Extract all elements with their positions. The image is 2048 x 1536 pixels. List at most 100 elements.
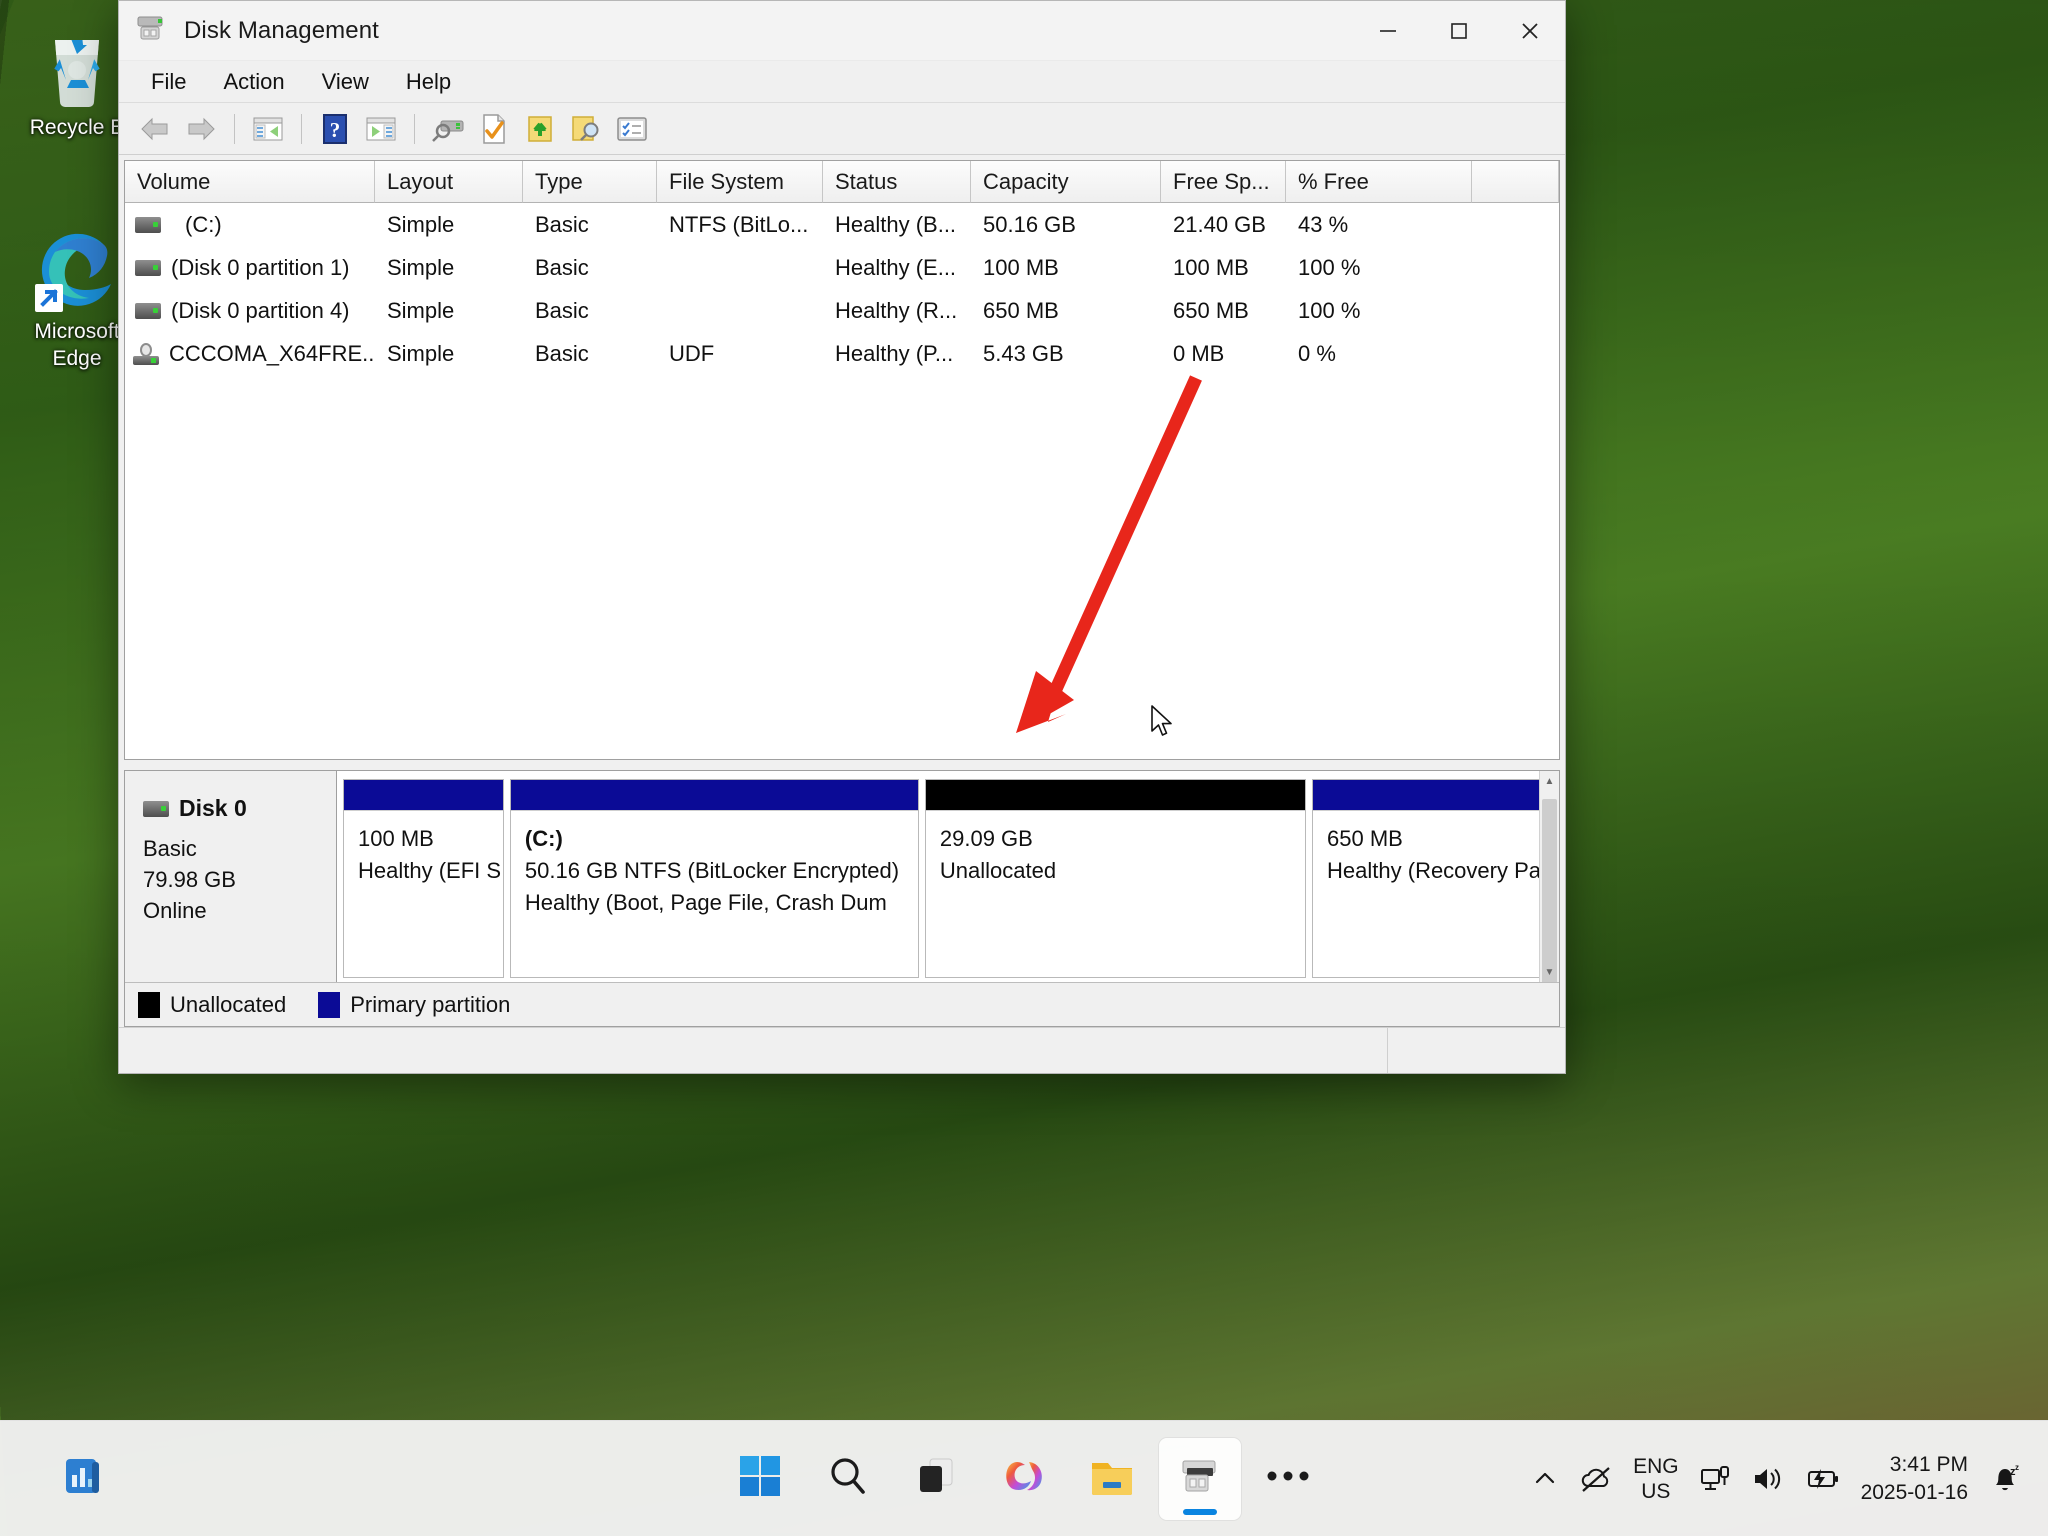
cell-volume: CCCOMA_X64FRE... bbox=[169, 340, 375, 366]
cell-type: Basic bbox=[535, 340, 589, 366]
language-indicator[interactable]: ENG US bbox=[1633, 1454, 1679, 1504]
partition-efi[interactable]: 100 MB Healthy (EFI S bbox=[343, 779, 504, 978]
view-options-button[interactable] bbox=[610, 108, 654, 150]
find-button[interactable] bbox=[564, 108, 608, 150]
hard-disk-icon bbox=[135, 216, 161, 233]
partition-size: 650 MB bbox=[1327, 826, 1403, 851]
disk-management-window: Disk Management File Action View Help ? … bbox=[118, 0, 1566, 1074]
show-hide-action-pane-button[interactable] bbox=[359, 108, 403, 150]
legend-swatch-primary-partition bbox=[318, 991, 341, 1018]
partition-unallocated[interactable]: 29.09 GB Unallocated bbox=[924, 779, 1307, 978]
scroll-up-arrow-icon[interactable]: ▲ bbox=[1540, 771, 1559, 791]
help-button[interactable]: ? bbox=[313, 108, 357, 150]
cell-percent-free: 100 % bbox=[1298, 297, 1361, 323]
toolbar-separator-2 bbox=[301, 113, 302, 144]
menu-file[interactable]: File bbox=[135, 65, 202, 99]
cell-file-system: NTFS (BitLo... bbox=[669, 211, 809, 237]
scrollbar-thumb[interactable] bbox=[1542, 799, 1557, 982]
maximize-button[interactable] bbox=[1423, 1, 1494, 60]
hard-disk-icon bbox=[135, 259, 161, 276]
legend-label-primary-partition: Primary partition bbox=[350, 991, 511, 1017]
rescan-disks-button[interactable] bbox=[426, 108, 470, 150]
table-row[interactable]: (Disk 0 partition 4) Simple Basic Health… bbox=[125, 289, 1559, 332]
properties-button[interactable] bbox=[472, 108, 516, 150]
show-hide-console-tree-button[interactable] bbox=[246, 108, 290, 150]
cell-status: Healthy (E... bbox=[835, 254, 957, 280]
disk-size: 79.98 GB bbox=[143, 867, 236, 892]
cell-capacity: 5.43 GB bbox=[983, 340, 1064, 366]
graphical-disk-pane: Disk 0 Basic 79.98 GB Online 100 MB Heal… bbox=[124, 770, 1560, 1027]
taskbar-more-apps-button[interactable] bbox=[1247, 1438, 1329, 1520]
clock[interactable]: 3:41 PM 2025-01-16 bbox=[1861, 1451, 1968, 1507]
cell-type: Basic bbox=[535, 297, 589, 323]
clock-time: 3:41 PM bbox=[1889, 1452, 1968, 1476]
graphical-pane-scrollbar[interactable]: ▲ ▼ bbox=[1539, 771, 1559, 982]
column-header-layout[interactable]: Layout bbox=[375, 161, 523, 203]
volume-list-header: Volume Layout Type File System Status Ca… bbox=[125, 161, 1559, 203]
onedrive-offline-icon[interactable] bbox=[1579, 1464, 1613, 1494]
partition-capacity-bar bbox=[344, 780, 503, 810]
menu-view[interactable]: View bbox=[306, 65, 385, 99]
language-line2: US bbox=[1641, 1479, 1671, 1503]
column-header-free-space[interactable]: Free Sp... bbox=[1161, 161, 1286, 203]
taskbar: ENG US 3:41 PM 2025-01-16 z z bbox=[0, 1420, 2048, 1536]
notification-bell-dnd-icon[interactable]: z z bbox=[1988, 1462, 2022, 1496]
taskbar-search-button[interactable] bbox=[807, 1438, 889, 1520]
taskbar-start-button[interactable] bbox=[719, 1438, 801, 1520]
graphical-disk-scroll-area: Disk 0 Basic 79.98 GB Online 100 MB Heal… bbox=[125, 771, 1559, 982]
partition-status: Healthy (Boot, Page File, Crash Dum bbox=[524, 890, 887, 915]
disk-name: Disk 0 bbox=[179, 795, 247, 821]
disk-info-disk0[interactable]: Disk 0 Basic 79.98 GB Online bbox=[125, 771, 337, 982]
taskbar-copilot-button[interactable] bbox=[983, 1438, 1065, 1520]
table-row[interactable]: (Disk 0 partition 1) Simple Basic Health… bbox=[125, 246, 1559, 289]
column-header-status[interactable]: Status bbox=[823, 161, 971, 203]
cell-type: Basic bbox=[535, 211, 589, 237]
show-hidden-icons-button[interactable] bbox=[1531, 1465, 1559, 1493]
partition-size: 100 MB bbox=[358, 826, 434, 851]
volume-icon[interactable] bbox=[1751, 1464, 1785, 1494]
export-list-button[interactable] bbox=[518, 108, 562, 150]
menu-help[interactable]: Help bbox=[390, 65, 467, 99]
column-header-file-system[interactable]: File System bbox=[657, 161, 823, 203]
taskbar-task-view-button[interactable] bbox=[895, 1438, 977, 1520]
copilot-icon bbox=[1001, 1453, 1047, 1504]
cell-file-system: UDF bbox=[669, 340, 715, 366]
table-row[interactable]: (C:) Simple Basic NTFS (BitLo... Healthy… bbox=[125, 203, 1559, 246]
minimize-button[interactable] bbox=[1352, 1, 1423, 60]
scroll-down-arrow-icon[interactable]: ▼ bbox=[1540, 962, 1559, 982]
cell-layout: Simple bbox=[387, 297, 455, 323]
disk-row-disk0: Disk 0 Basic 79.98 GB Online 100 MB Heal… bbox=[125, 771, 1559, 982]
widgets-icon bbox=[60, 1453, 106, 1504]
file-explorer-icon bbox=[1089, 1454, 1135, 1503]
forward-button[interactable] bbox=[179, 108, 223, 150]
column-header-type[interactable]: Type bbox=[523, 161, 657, 203]
back-button[interactable] bbox=[133, 108, 177, 150]
partition-recovery[interactable]: 650 MB Healthy (Recovery Pa bbox=[1312, 779, 1553, 978]
cell-volume: (C:) bbox=[185, 211, 222, 237]
toolbar-separator-1 bbox=[234, 113, 235, 144]
table-row[interactable]: CCCOMA_X64FRE... Simple Basic UDF Health… bbox=[125, 332, 1559, 375]
column-header-volume[interactable]: Volume bbox=[125, 161, 375, 203]
legend-label-unallocated: Unallocated bbox=[170, 991, 287, 1017]
clock-date: 2025-01-16 bbox=[1860, 1480, 1968, 1504]
taskbar-widgets-button[interactable] bbox=[42, 1438, 124, 1520]
column-header-capacity[interactable]: Capacity bbox=[971, 161, 1161, 203]
toolbar-separator-3 bbox=[414, 113, 415, 144]
cell-type: Basic bbox=[535, 254, 589, 280]
cell-capacity: 650 MB bbox=[983, 297, 1059, 323]
status-bar bbox=[119, 1027, 1565, 1073]
cell-status: Healthy (R... bbox=[835, 297, 958, 323]
partition-c-drive[interactable]: (C:) 50.16 GB NTFS (BitLocker Encrypted)… bbox=[509, 779, 919, 978]
taskbar-file-explorer-button[interactable] bbox=[1071, 1438, 1153, 1520]
menu-action[interactable]: Action bbox=[207, 65, 300, 99]
network-icon[interactable] bbox=[1699, 1463, 1731, 1495]
close-button[interactable] bbox=[1494, 1, 1565, 60]
column-header-percent-free[interactable]: % Free bbox=[1286, 161, 1472, 203]
disk-management-icon bbox=[136, 14, 166, 47]
task-view-icon bbox=[914, 1454, 958, 1503]
ellipsis-icon bbox=[1265, 1469, 1311, 1488]
pane-splitter[interactable] bbox=[119, 760, 1565, 770]
taskbar-disk-management-button[interactable] bbox=[1159, 1437, 1241, 1520]
battery-charging-icon[interactable] bbox=[1805, 1465, 1841, 1493]
cell-percent-free: 0 % bbox=[1298, 340, 1336, 366]
